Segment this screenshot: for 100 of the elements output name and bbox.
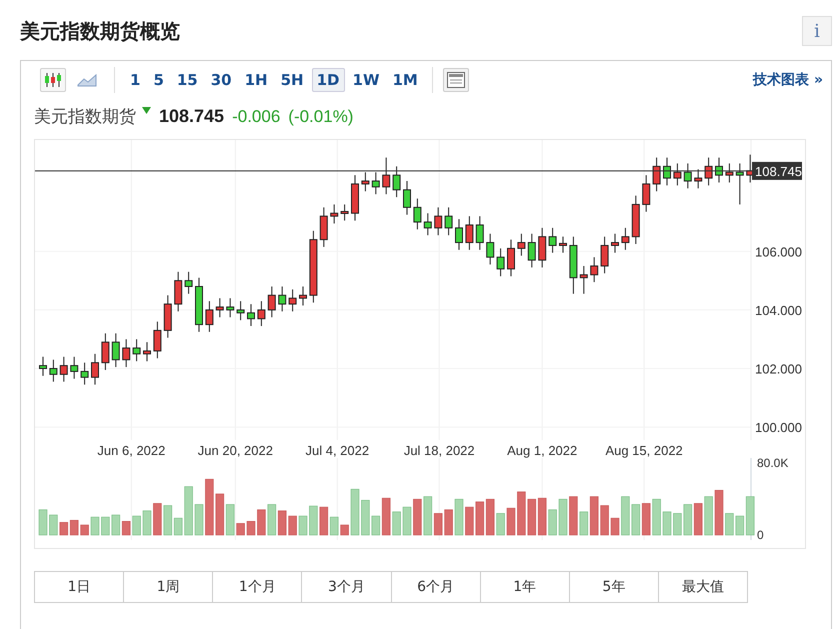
candlestick (330, 204, 338, 224)
candlestick (80, 362, 89, 386)
volume-bar (350, 488, 360, 536)
candlestick (351, 174, 359, 222)
interval-button[interactable]: 1 (125, 68, 146, 92)
interval-button[interactable]: 1M (388, 68, 423, 92)
interval-button[interactable]: 5 (148, 68, 169, 92)
date-axis-label: Aug 1, 2022 (507, 443, 578, 458)
candlestick (476, 216, 484, 250)
candlestick (684, 162, 692, 189)
volume-bar (413, 498, 422, 536)
volume-bar (506, 508, 516, 536)
interval-button[interactable]: 1W (348, 68, 384, 92)
volume-bar (486, 498, 494, 536)
volume-bar (704, 496, 713, 536)
info-button[interactable]: i (802, 16, 832, 46)
volume-bar (268, 504, 276, 536)
candlestick (174, 271, 182, 312)
volume-bar (714, 490, 724, 536)
candlestick (382, 157, 390, 195)
volume-bar (205, 478, 214, 536)
interval-button[interactable]: 30 (206, 68, 237, 92)
volume-bar (101, 516, 110, 536)
candlestick (340, 204, 349, 222)
technical-chart-link[interactable]: 技术图表 » (753, 71, 823, 89)
volume-bar (673, 513, 682, 536)
candlestick (538, 227, 546, 268)
candlestick (236, 300, 245, 321)
volume-axis-label: 0 (757, 528, 764, 542)
volume-bar (548, 509, 557, 536)
candlestick (642, 174, 650, 212)
volume-bar (517, 492, 526, 536)
price-axis-label: 102.000 (755, 362, 802, 377)
volume-bar (454, 498, 464, 536)
candlestick (569, 236, 578, 294)
date-axis-label: Jul 4, 2022 (306, 443, 370, 458)
candlestick (590, 256, 598, 283)
candlestick (528, 233, 536, 268)
candlestick (153, 321, 162, 359)
candlestick (184, 271, 193, 294)
candlestick (663, 157, 671, 186)
candlestick (195, 277, 203, 332)
price-axis-label: 106.000 (755, 244, 802, 260)
volume-bar (684, 504, 692, 536)
candlestick (49, 359, 58, 382)
volume-bar (392, 512, 401, 536)
candlestick (715, 157, 723, 183)
interval-button[interactable]: 5H (276, 68, 309, 92)
candlestick (288, 288, 297, 312)
candlestick (143, 342, 151, 362)
percent-change: (-0.01%) (288, 107, 354, 127)
volume-bar (236, 523, 245, 536)
date-axis-label: Aug 15, 2022 (605, 443, 683, 458)
interval-button[interactable]: 1D (312, 68, 345, 92)
candlestick (725, 162, 734, 183)
candlestick (621, 227, 630, 250)
candlestick (39, 356, 47, 376)
volume-bar (528, 498, 536, 536)
candlestick (424, 212, 432, 236)
volume-bar (569, 496, 578, 536)
candlestick (216, 298, 224, 318)
date-axis-label: Jun 20, 2022 (198, 443, 273, 458)
candlestick (517, 233, 526, 256)
chart-type-button[interactable] (40, 68, 66, 92)
volume-bar (142, 510, 152, 536)
candlestick (694, 168, 702, 189)
interval-button[interactable]: 1H (240, 68, 273, 92)
volume-bar (132, 516, 141, 536)
volume-bar (257, 509, 266, 536)
candlestick (455, 218, 463, 250)
page-title: 美元指数期货概览 (20, 18, 180, 44)
volume-bar (725, 513, 734, 536)
volume-bar (38, 509, 48, 536)
volume-bar (340, 524, 349, 536)
volume-bar (153, 503, 162, 536)
volume-bar (246, 521, 256, 536)
candlestick (101, 332, 110, 370)
candlestick (60, 356, 68, 382)
layout-button[interactable] (442, 68, 469, 92)
candlestick (611, 233, 619, 254)
volume-bar (621, 496, 630, 536)
candlestick (673, 162, 682, 186)
interval-button[interactable]: 15 (172, 68, 203, 92)
candlestick (465, 216, 474, 250)
volume-bar (402, 506, 412, 536)
volume-bar (194, 504, 204, 536)
price-axis-label: 104.000 (755, 302, 802, 318)
candlestick (704, 157, 713, 186)
candlestick (600, 236, 609, 274)
price-change: -0.006 (232, 107, 280, 127)
candlestick (507, 239, 515, 277)
volume-bar (610, 518, 620, 536)
candlestick (392, 166, 401, 198)
candlestick-icon (44, 72, 62, 88)
volume-bar (70, 520, 78, 536)
instrument-name: 美元指数期货 (34, 106, 136, 128)
layout-icon (446, 72, 465, 88)
volume-bar (226, 504, 234, 536)
candlestick (496, 248, 505, 277)
volume-bar (361, 500, 370, 536)
